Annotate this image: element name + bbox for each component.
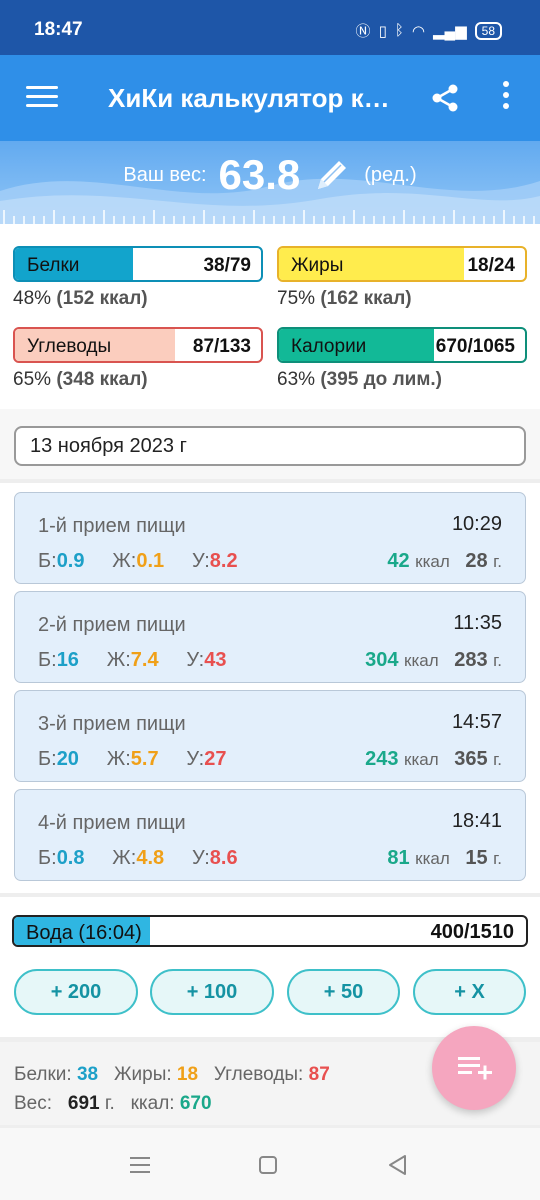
protein-label: Белки [27, 255, 80, 276]
carbs-label: Углеводы [27, 336, 112, 357]
fat-label: Жиры [291, 255, 344, 276]
carbs-percent: 65% (348 ккал) [13, 369, 148, 390]
status-icons: Ⓝ ▯ ᛒ ◠ ▂▄▆ 58 [356, 20, 502, 41]
calories-progress: Калории 670/1065 63% (395 до лим.) [277, 327, 527, 391]
carbs-bar: Углеводы 87/133 [13, 327, 263, 363]
more-vert-icon[interactable] [496, 81, 516, 115]
ruler-decoration [3, 210, 535, 224]
meals-list: 1-й прием пищи 10:29 Б:0.9 Ж:0.1 У:8.2 4… [0, 483, 540, 893]
meal-time: 10:29 [451, 513, 502, 535]
add-water-200-button[interactable]: + 200 [14, 969, 138, 1015]
fat-percent: 75% (162 ккал) [277, 288, 412, 309]
summary-weight-kcal: Вес: 691 г. ккал: 670 [14, 1093, 212, 1114]
calories-label: Калории [291, 336, 367, 357]
add-water-50-button[interactable]: + 50 [287, 969, 400, 1015]
protein-bar: Белки 38/79 [13, 246, 263, 282]
home-icon[interactable] [253, 1152, 283, 1178]
fat-progress: Жиры 18/24 75% (162 ккал) [277, 246, 527, 310]
date-card: 13 ноября 2023 г [0, 409, 540, 479]
weight-label: Ваш вес: [123, 163, 207, 186]
fat-bar: Жиры 18/24 [277, 246, 527, 282]
wifi-icon: ◠ [411, 22, 425, 40]
app-bar: ХиКи калькулятор калорий [0, 55, 540, 141]
system-nav-bar [0, 1128, 540, 1200]
meal-macros: Б:0.9 Ж:0.1 У:8.2 [38, 550, 238, 572]
meal-name: 2-й прием пищи [38, 614, 186, 636]
back-icon[interactable] [383, 1152, 413, 1178]
app-title: ХиКи калькулятор калорий [108, 83, 398, 113]
summary-macros: Белки: 38 Жиры: 18 Углеводы: 87 [14, 1064, 330, 1085]
meal-totals: 304 ккал 283 г. [365, 649, 502, 671]
meal-time: 18:41 [451, 810, 502, 832]
meal-name: 3-й прием пищи [38, 713, 186, 735]
recent-apps-icon[interactable] [125, 1152, 155, 1178]
nfc-icon: Ⓝ [355, 23, 371, 40]
pencil-icon[interactable] [312, 155, 352, 195]
menu-icon[interactable] [26, 86, 58, 110]
meal-time: 11:35 [453, 612, 502, 634]
calories-bar: Калории 670/1065 [277, 327, 527, 363]
water-progress: Вода (16:04) 400/1510 [12, 915, 528, 947]
meal-totals: 81 ккал 15 г. [387, 847, 502, 869]
fat-value: 18/24 [467, 255, 515, 276]
carbs-progress: Углеводы 87/133 65% (348 ккал) [13, 327, 263, 391]
vibrate-icon: ▯ [378, 22, 387, 40]
protein-value: 38/79 [203, 255, 251, 276]
water-label: Вода (16:04) [26, 922, 142, 944]
status-time: 18:47 [34, 19, 83, 40]
protein-percent: 48% (152 ккал) [13, 288, 148, 309]
meal-macros: Б:20 Ж:5.7 У:27 [38, 748, 227, 770]
add-to-list-icon [458, 1057, 492, 1080]
meal-totals: 243 ккал 365 г. [365, 748, 502, 770]
edit-weight-link[interactable]: (ред.) [364, 164, 416, 187]
meal-name: 1-й прием пищи [38, 515, 186, 537]
water-card: Вода (16:04) 400/1510 + 200 + 100 + 50 +… [0, 897, 540, 1037]
signal-icon: ▂▄▆ [432, 22, 467, 40]
status-bar: 18:47 Ⓝ ▯ ᛒ ◠ ▂▄▆ 58 [0, 0, 540, 55]
meal-macros: Б:16 Ж:7.4 У:43 [38, 649, 227, 671]
meal-totals: 42 ккал 28 г. [387, 550, 502, 572]
meal-item[interactable]: 2-й прием пищи 11:35 Б:16 Ж:7.4 У:43 304… [14, 591, 526, 683]
meal-item[interactable]: 1-й прием пищи 10:29 Б:0.9 Ж:0.1 У:8.2 4… [14, 492, 526, 584]
meal-macros: Б:0.8 Ж:4.8 У:8.6 [38, 847, 238, 869]
calories-value: 670/1065 [435, 336, 515, 357]
weight-value[interactable]: 63.8 [219, 151, 301, 199]
meal-name: 4-й прием пищи [38, 812, 186, 834]
add-water-100-button[interactable]: + 100 [150, 969, 274, 1015]
add-meal-fab[interactable] [432, 1026, 516, 1110]
carbs-value: 87/133 [192, 336, 251, 357]
calories-percent: 63% (395 до лим.) [277, 369, 442, 390]
battery-icon: 58 [474, 21, 502, 40]
macros-card: Белки 38/79 48% (152 ккал) Жиры 18/24 75… [0, 224, 540, 409]
water-value: 400/1510 [430, 921, 514, 943]
weight-panel: Ваш вес: 63.8 (ред.) [0, 141, 540, 224]
add-water-custom-button[interactable]: + X [413, 969, 526, 1015]
meal-time: 14:57 [451, 711, 502, 733]
date-picker[interactable]: 13 ноября 2023 г [14, 426, 526, 466]
meal-item[interactable]: 4-й прием пищи 18:41 Б:0.8 Ж:4.8 У:8.6 8… [14, 789, 526, 881]
meal-item[interactable]: 3-й прием пищи 14:57 Б:20 Ж:5.7 У:27 243… [14, 690, 526, 782]
protein-progress: Белки 38/79 48% (152 ккал) [13, 246, 263, 310]
bluetooth-icon: ᛒ [394, 22, 404, 39]
share-icon[interactable] [430, 83, 460, 113]
